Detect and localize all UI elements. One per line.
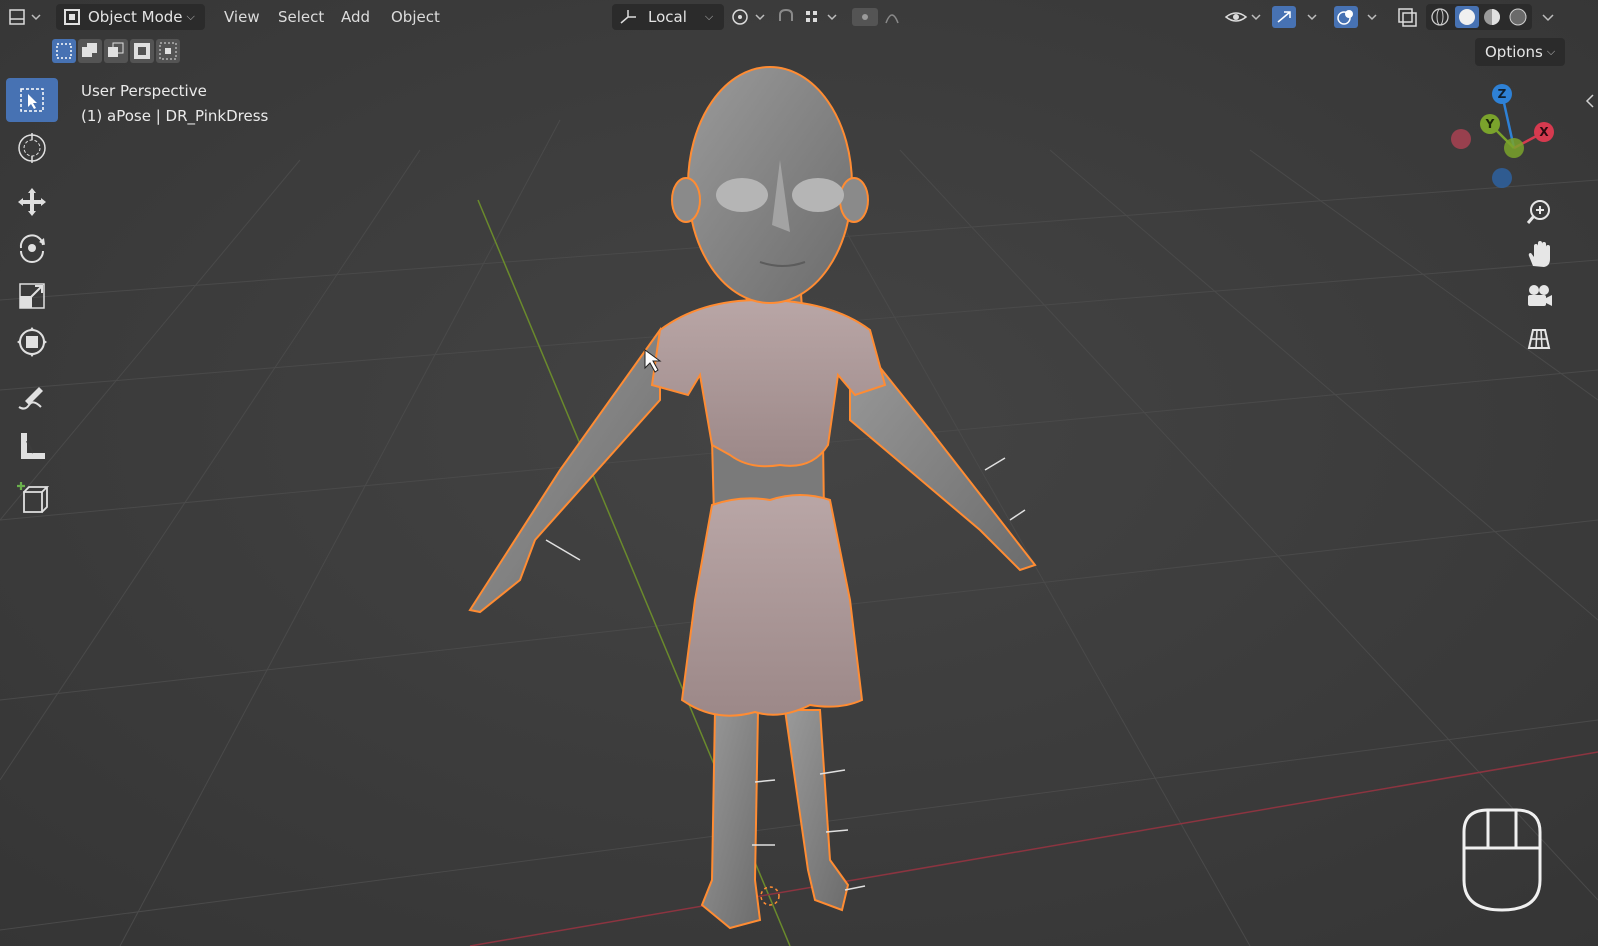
gizmo-toggle-button[interactable] [1272, 4, 1326, 30]
zoom-icon [1526, 200, 1550, 224]
pivot-point-button[interactable] [730, 4, 770, 30]
xray-button[interactable] [1396, 4, 1418, 30]
options-dropdown[interactable]: Options ⌵ [1475, 38, 1566, 66]
rotate-icon [19, 234, 45, 263]
overlays-button[interactable] [1334, 4, 1386, 30]
select-intersect-icon[interactable] [156, 39, 180, 63]
measure-icon [21, 433, 45, 459]
camera-view-button[interactable] [1518, 278, 1560, 314]
y-label: Y [1485, 117, 1495, 131]
rotate-tool[interactable] [6, 226, 58, 270]
move-tool[interactable] [6, 180, 58, 224]
proportional-editing-button[interactable] [852, 4, 922, 30]
ortho-toggle-button[interactable] [1518, 320, 1560, 356]
chevron-down-icon: ⌵ [704, 10, 714, 23]
options-label: Options [1485, 43, 1543, 61]
object-mode-icon [64, 9, 80, 25]
camera-view-icon [1528, 285, 1552, 306]
annotate-icon [18, 387, 43, 410]
mouse-indicator-icon [1462, 808, 1542, 912]
overlays-icon [1334, 6, 1377, 28]
editor-type-icon [9, 9, 41, 25]
gizmo-icon [1272, 6, 1317, 28]
add-cube-tool[interactable] [6, 476, 58, 520]
menu-add[interactable]: Add [335, 6, 376, 28]
visibility-button[interactable] [1224, 4, 1266, 30]
move-icon [18, 188, 46, 216]
pan-hand-icon [1528, 241, 1550, 267]
add-cube-icon [17, 482, 50, 513]
wireframe-shading-icon[interactable] [1431, 8, 1449, 26]
mode-dropdown[interactable]: Object Mode ⌵ [56, 4, 205, 30]
navigation-gizmo[interactable]: Z Y X [1440, 82, 1570, 194]
shading-modes [1426, 4, 1532, 30]
select-subtract-icon[interactable] [104, 39, 128, 63]
neg-z-axis-icon[interactable] [1492, 168, 1512, 188]
select-box-icon [20, 88, 44, 112]
snap-icon [779, 8, 837, 22]
chevron-down-icon: ⌵ [186, 10, 195, 23]
scale-tool[interactable] [6, 274, 58, 318]
x-label: X [1539, 125, 1549, 139]
eye-icon [1224, 12, 1261, 22]
sidebar-toggle-icon[interactable] [1584, 92, 1596, 110]
scale-icon [19, 283, 45, 309]
editor-type-button[interactable] [8, 4, 42, 30]
3d-viewport[interactable]: Object Mode ⌵ View Select Add Object Loc… [0, 0, 1598, 946]
cursor-tool[interactable] [6, 126, 58, 170]
select-invert-icon[interactable] [130, 39, 154, 63]
xray-icon [1398, 8, 1417, 27]
select-extend-icon[interactable] [78, 39, 102, 63]
zoom-button[interactable] [1518, 194, 1560, 230]
proportional-edit-icon [852, 8, 899, 26]
material-shading-icon[interactable] [1484, 9, 1500, 25]
annotate-tool[interactable] [6, 376, 58, 420]
transform-tool[interactable] [6, 320, 58, 364]
ortho-grid-icon [1527, 329, 1551, 349]
selection-mode-buttons [52, 39, 180, 65]
object-info: (1) aPose | DR_PinkDress [81, 107, 269, 125]
transform-icon [17, 327, 47, 357]
menu-select[interactable]: Select [272, 6, 330, 28]
shading-mode-icons [1431, 6, 1527, 28]
chevron-down-icon: ⌵ [1546, 45, 1556, 58]
menu-object[interactable]: Object [385, 6, 446, 28]
orientation-icon [620, 10, 636, 24]
viewport-header: Object Mode ⌵ View Select Add Object Loc… [0, 0, 1598, 34]
select-box-tool[interactable] [6, 78, 58, 122]
transform-orientation-dropdown[interactable]: Local ⌵ [612, 4, 724, 30]
pivot-icon [732, 9, 765, 25]
cursor-icon [18, 133, 46, 163]
view-name: User Perspective [81, 82, 207, 100]
neg-x-axis-icon[interactable] [1451, 129, 1471, 149]
pan-button[interactable] [1518, 236, 1560, 272]
mode-label: Object Mode [88, 8, 183, 26]
neg-y-axis-icon[interactable] [1504, 138, 1524, 158]
z-label: Z [1498, 87, 1507, 101]
rendered-shading-icon[interactable] [1509, 8, 1527, 26]
measure-tool[interactable] [6, 424, 58, 468]
shading-options-button[interactable] [1538, 4, 1558, 30]
snap-button[interactable] [776, 4, 848, 30]
solid-shading-icon[interactable] [1455, 6, 1479, 28]
orientation-label: Local [648, 8, 687, 26]
viewport-scene [0, 0, 1598, 946]
menu-view[interactable]: View [218, 6, 266, 28]
select-new-icon[interactable] [52, 39, 76, 63]
chevron-down-icon [1542, 14, 1554, 22]
